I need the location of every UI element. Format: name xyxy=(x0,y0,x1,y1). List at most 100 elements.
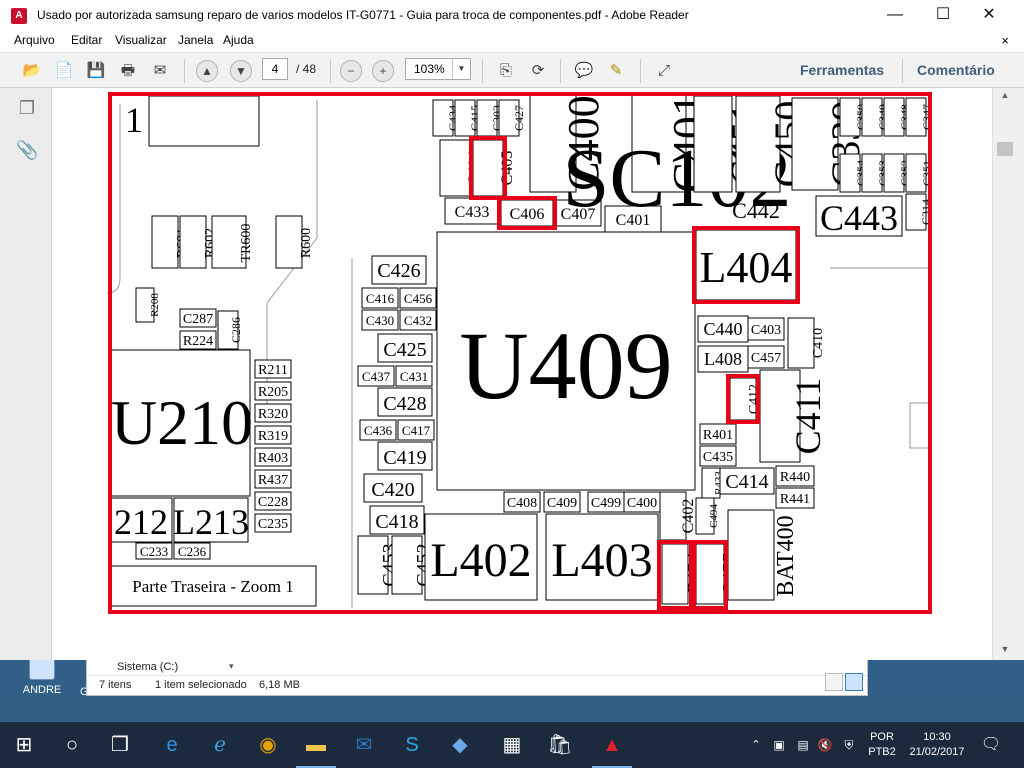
toolbar-separator xyxy=(560,59,561,83)
print-icon[interactable]: 🖶 xyxy=(116,59,140,83)
large-icons-view-icon[interactable] xyxy=(845,673,863,691)
defender-shield-icon[interactable]: ⛨ xyxy=(840,722,858,768)
scrollbar-thumb[interactable] xyxy=(997,142,1013,156)
store-icon[interactable]: 🛍 xyxy=(536,722,584,768)
display-icon[interactable]: ▤ xyxy=(794,722,812,768)
clock-date: 21/02/2017 xyxy=(909,746,965,758)
svg-text:TR600: TR600 xyxy=(239,224,254,263)
item-count: 7 itens xyxy=(99,679,132,691)
zoom-in-icon[interactable]: + xyxy=(372,60,394,82)
svg-text:C236: C236 xyxy=(178,544,207,559)
svg-text:R205: R205 xyxy=(258,385,288,400)
minimize-button[interactable]: — xyxy=(872,0,918,32)
menu-visualizar[interactable]: Visualizar xyxy=(115,33,167,47)
view-toggle xyxy=(823,673,863,696)
maximize-button[interactable]: ☐ xyxy=(920,0,966,32)
fullscreen-icon[interactable]: ⤢ xyxy=(652,59,676,83)
svg-text:C400: C400 xyxy=(627,496,657,511)
svg-text:R401: R401 xyxy=(703,428,733,443)
language-indicator[interactable]: POR PTB2 xyxy=(862,730,902,760)
close-button[interactable]: ✕ xyxy=(966,0,1012,32)
svg-text:C440: C440 xyxy=(703,319,742,339)
document-view[interactable]: R601 R602 TR600 R600 R208 C287 R224 C286… xyxy=(52,88,992,660)
create-pdf-icon[interactable]: 📄 xyxy=(52,59,76,83)
drive-label: Sistema (C:) xyxy=(117,661,179,673)
svg-text:C411: C411 xyxy=(788,378,828,455)
skype-icon[interactable]: S xyxy=(388,722,436,768)
adobe-reader-window: A Usado por autorizada samsung reparo de… xyxy=(0,0,1024,660)
adobe-reader-icon: A xyxy=(11,8,27,24)
svg-text:L403: L403 xyxy=(551,534,652,587)
rotate-icon[interactable]: ⟳ xyxy=(526,59,550,83)
start-windows-icon[interactable]: ⊞ xyxy=(0,722,48,768)
attachments-paperclip-icon[interactable]: 📎 xyxy=(16,140,38,162)
menu-ajuda[interactable]: Ajuda xyxy=(223,33,254,47)
svg-text:C287: C287 xyxy=(183,312,213,327)
svg-text:C431: C431 xyxy=(400,369,428,384)
network-icon[interactable]: ▣ xyxy=(770,722,788,768)
svg-text:C233: C233 xyxy=(140,544,168,559)
previous-page-icon[interactable]: ▲ xyxy=(196,60,218,82)
menu-janela[interactable]: Janela xyxy=(178,33,213,47)
svg-text:C456: C456 xyxy=(404,291,433,306)
explorer-location[interactable]: Sistema (C:) ▾ xyxy=(117,661,234,673)
adobe-reader-taskbar-icon[interactable]: ▲ xyxy=(588,722,636,768)
svg-text:BAT400: BAT400 xyxy=(773,515,799,596)
svg-text:R441: R441 xyxy=(780,492,810,507)
svg-text:U210: U210 xyxy=(111,387,253,458)
scroll-down-icon[interactable]: ▼ xyxy=(993,644,1017,660)
svg-text:C414: C414 xyxy=(725,471,768,493)
clock[interactable]: 10:30 21/02/2017 xyxy=(904,730,970,760)
svg-text:C437: C437 xyxy=(362,369,391,384)
email-icon[interactable]: ✉ xyxy=(148,59,172,83)
scroll-up-icon[interactable]: ▲ xyxy=(993,90,1017,106)
volume-muted-icon[interactable]: 🔇 xyxy=(816,722,834,768)
svg-text:C494: C494 xyxy=(708,504,720,528)
comment-pane-button[interactable]: Comentário xyxy=(917,62,995,78)
file-explorer-icon[interactable]: ▬ xyxy=(292,722,340,768)
outlook-icon[interactable]: ✉ xyxy=(340,722,388,768)
calculator-icon[interactable]: ▦ xyxy=(488,722,536,768)
document-close-button[interactable]: × xyxy=(1001,33,1009,48)
save-icon[interactable]: 💾 xyxy=(84,59,108,83)
page-total: / 48 xyxy=(296,62,317,76)
svg-text:L402: L402 xyxy=(430,534,531,587)
chevron-down-icon[interactable]: ▼ xyxy=(452,59,470,79)
svg-text:R437: R437 xyxy=(258,473,288,488)
svg-text:C416: C416 xyxy=(366,291,395,306)
notifications-icon[interactable]: 🗨 xyxy=(980,722,1002,768)
comment-bubble-icon[interactable]: 💬 xyxy=(572,59,596,83)
cortana-search-icon[interactable]: ○ xyxy=(48,722,96,768)
svg-text:C406: C406 xyxy=(510,206,545,223)
vertical-scrollbar[interactable]: ▲ ▼ xyxy=(992,88,1016,660)
svg-text:C427: C427 xyxy=(512,105,526,131)
desktop-icon-andre[interactable]: ANDRE xyxy=(14,658,70,704)
edge-browser-icon[interactable]: e xyxy=(148,722,196,768)
next-page-icon[interactable]: ▼ xyxy=(230,60,252,82)
zoom-out-icon[interactable]: − xyxy=(340,60,362,82)
svg-text:C405: C405 xyxy=(499,151,516,186)
svg-text:L213: L213 xyxy=(173,502,249,542)
internet-explorer-icon[interactable]: ℯ xyxy=(196,722,244,768)
chevron-down-icon[interactable]: ▾ xyxy=(229,661,234,672)
selection-count: 1 item selecionado xyxy=(155,679,247,691)
svg-text:R440: R440 xyxy=(780,470,810,485)
menu-arquivo[interactable]: Arquivo xyxy=(14,33,55,47)
details-view-icon[interactable] xyxy=(825,673,843,691)
page-thumbnails-icon[interactable]: ❐ xyxy=(16,98,38,120)
tools-pane-button[interactable]: Ferramentas xyxy=(800,62,884,78)
sign-pen-icon[interactable]: ✎ xyxy=(604,59,628,83)
menu-editar[interactable]: Editar xyxy=(71,33,102,47)
svg-text:R320: R320 xyxy=(258,407,288,422)
app-diamond-icon[interactable]: ◆ xyxy=(436,722,484,768)
chrome-icon[interactable]: ◉ xyxy=(244,722,292,768)
zoom-select[interactable]: 103% ▼ xyxy=(405,58,471,80)
page-number-input[interactable]: 4 xyxy=(262,58,288,80)
fit-page-icon[interactable]: ⎘ xyxy=(494,59,518,83)
open-icon[interactable]: 📂 xyxy=(20,59,44,83)
svg-text:C435: C435 xyxy=(703,450,733,465)
navigation-pane: ❐ 📎 xyxy=(0,88,52,660)
chevron-up-icon[interactable]: ⌃ xyxy=(746,722,766,768)
svg-text:C403: C403 xyxy=(751,323,781,338)
task-view-icon[interactable]: ❒ xyxy=(96,722,144,768)
